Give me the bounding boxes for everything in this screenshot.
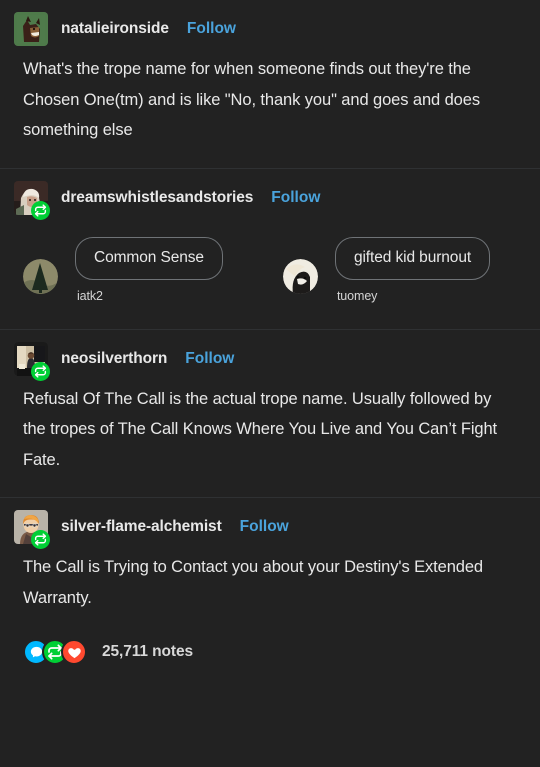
dark-tree-avatar[interactable]: [23, 258, 58, 294]
avatar[interactable]: [14, 180, 50, 220]
notes-footer: 25,711 notes: [23, 635, 517, 691]
tumblr-post: natalieironside Follow What's the trope …: [0, 0, 540, 767]
reblog-icon: [31, 361, 50, 381]
tag-reply-row: Common Sense iatk2 gifted kid burnout tu…: [23, 223, 517, 329]
tag-reply: Common Sense iatk2: [23, 236, 223, 303]
post-header: silver-flame-alchemist Follow: [14, 498, 517, 552]
username[interactable]: dreamswhistlesandstories: [61, 189, 253, 207]
follow-button[interactable]: Follow: [185, 350, 234, 368]
like-icon[interactable]: [61, 639, 87, 665]
dog-white-avatar[interactable]: [282, 258, 318, 294]
username[interactable]: neosilverthorn: [61, 350, 167, 368]
tag-author[interactable]: tuomey: [337, 289, 490, 303]
post-block-reblog-1: dreamswhistlesandstories Follow Common S…: [0, 167, 540, 329]
post-header: dreamswhistlesandstories Follow: [14, 169, 517, 223]
tag-reply: gifted kid burnout tuomey: [282, 236, 491, 303]
note-icon-group: [23, 639, 87, 665]
post-header: neosilverthorn Follow: [14, 330, 517, 384]
post-block-reblog-3: silver-flame-alchemist Follow The Call i…: [0, 497, 540, 691]
tag-reply-content: Common Sense iatk2: [75, 236, 223, 303]
notes-count[interactable]: 25,711 notes: [102, 643, 193, 661]
avatar[interactable]: [14, 341, 50, 381]
tag-pill[interactable]: Common Sense: [75, 236, 223, 280]
reblog-icon: [31, 200, 50, 220]
tag-reply-content: gifted kid burnout tuomey: [334, 236, 491, 303]
post-header: natalieironside Follow: [14, 0, 517, 54]
post-block-original: natalieironside Follow What's the trope …: [0, 0, 540, 168]
post-block-reblog-2: neosilverthorn Follow Refusal Of The Cal…: [0, 328, 540, 498]
follow-button[interactable]: Follow: [271, 189, 320, 207]
follow-button[interactable]: Follow: [187, 20, 236, 38]
wolf-green-avatar[interactable]: [14, 12, 48, 46]
tag-pill[interactable]: gifted kid burnout: [334, 236, 491, 280]
username[interactable]: natalieironside: [61, 20, 169, 38]
post-body: Refusal Of The Call is the actual trope …: [23, 389, 498, 469]
avatar[interactable]: [14, 510, 50, 549]
username[interactable]: silver-flame-alchemist: [61, 518, 222, 536]
tag-author[interactable]: iatk2: [77, 289, 223, 303]
reblog-icon: [31, 530, 50, 549]
follow-button[interactable]: Follow: [240, 518, 289, 536]
post-body: What's the trope name for when someone f…: [23, 60, 480, 139]
post-body: The Call is Trying to Contact you about …: [23, 558, 484, 607]
avatar[interactable]: [14, 12, 48, 46]
